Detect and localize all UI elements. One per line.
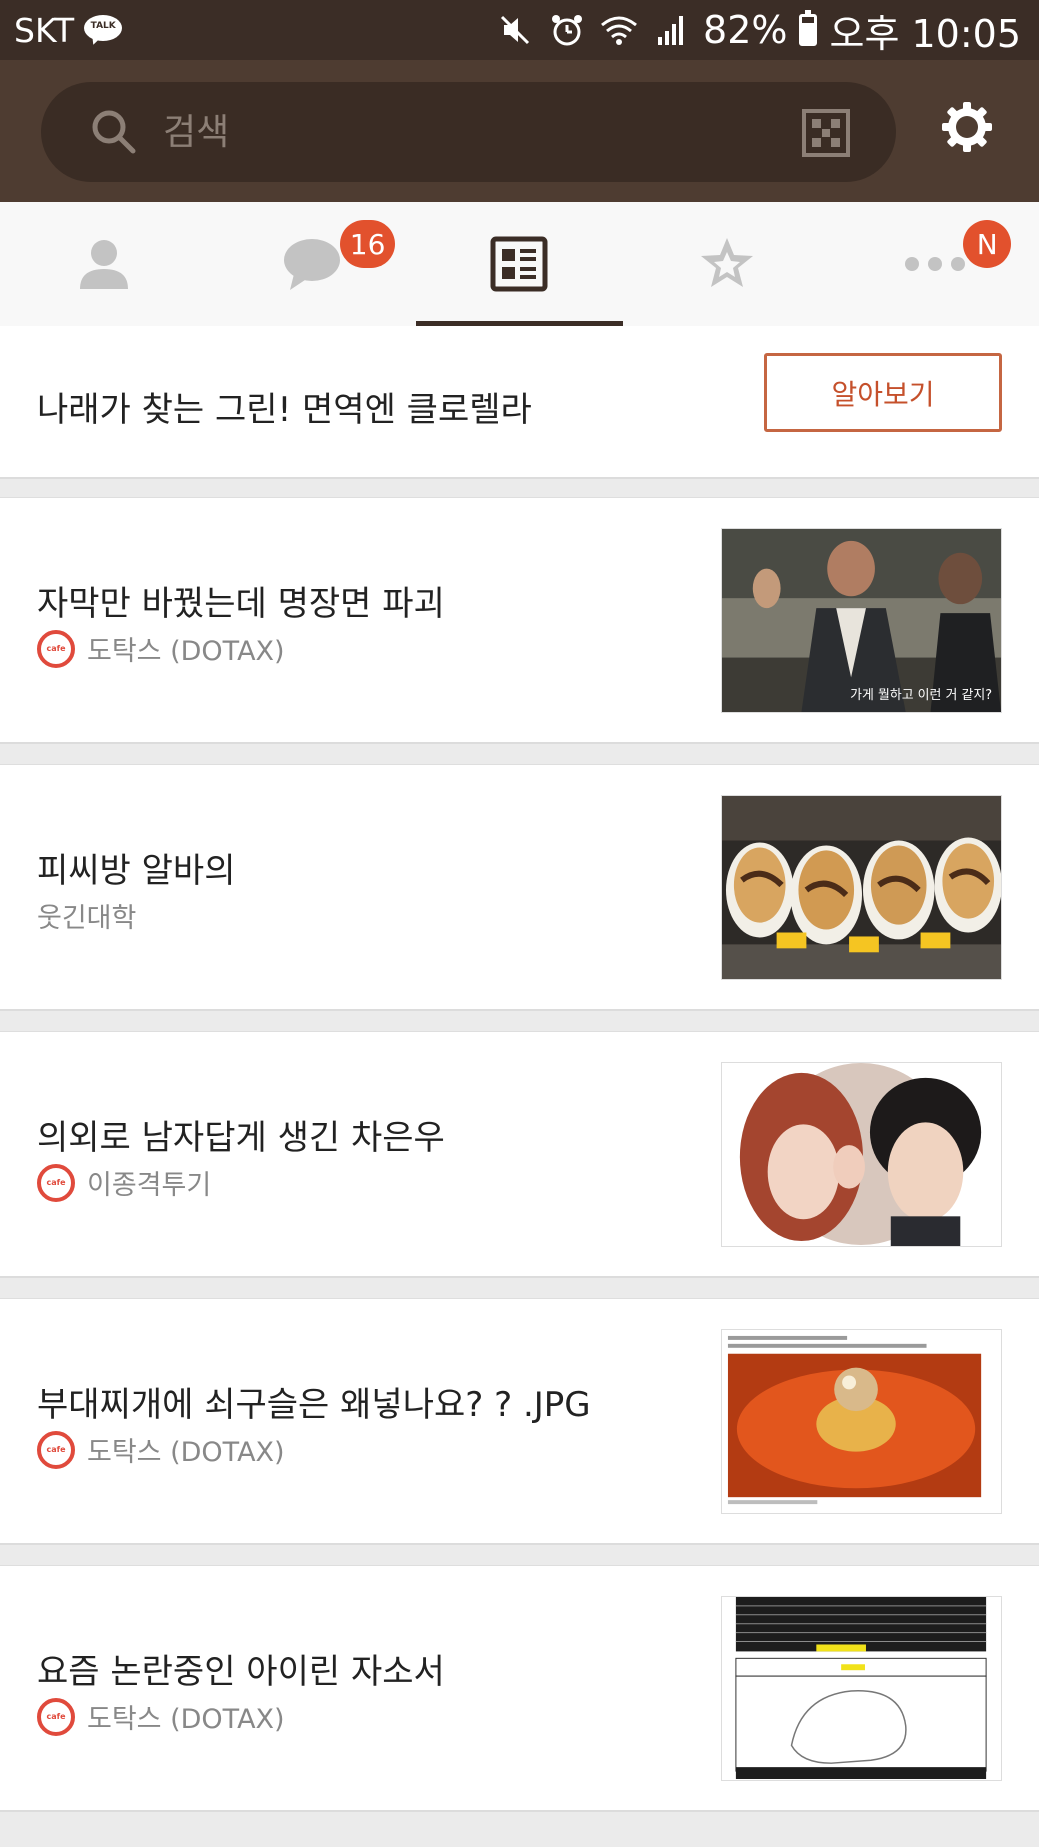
news-title: 피씨방 알바의 bbox=[37, 851, 236, 891]
kakaotalk-news-screen: SKT TALK 82% 오후 10:05 검색 16 N 나래가 찾는 그린!… bbox=[0, 0, 1039, 1847]
person-icon bbox=[78, 237, 130, 291]
more-icon bbox=[904, 256, 966, 272]
status-bar: SKT TALK 82% 오후 10:05 bbox=[0, 0, 1039, 60]
news-thumbnail bbox=[721, 1062, 1002, 1247]
star-icon bbox=[698, 236, 756, 292]
ad-banner[interactable]: 나래가 찾는 그린! 면역엔 클로렐라 알아보기 bbox=[0, 326, 1039, 479]
news-thumbnail bbox=[721, 795, 1002, 980]
clock: 오후 10:05 bbox=[829, 11, 1021, 56]
news-thumbnail bbox=[721, 1596, 1002, 1781]
tab-chats[interactable]: 16 bbox=[208, 202, 416, 326]
tab-more[interactable]: N bbox=[831, 202, 1039, 326]
header-bar bbox=[0, 60, 1039, 202]
search-input[interactable] bbox=[163, 111, 683, 153]
news-thumbnail: 가게 뭘하고 이런 거 같지? bbox=[721, 528, 1002, 713]
signal-icon bbox=[651, 10, 691, 50]
search-box[interactable] bbox=[41, 82, 896, 182]
source-name: 도탁스 (DOTAX) bbox=[87, 636, 285, 667]
talk-label: TALK bbox=[90, 21, 116, 31]
news-title: 요즘 논란중인 아이린 자소서 bbox=[37, 1652, 445, 1692]
chat-bubble-icon bbox=[282, 236, 342, 292]
more-new-badge: N bbox=[963, 220, 1012, 268]
news-title: 의외로 남자답게 생긴 차은우 bbox=[37, 1118, 445, 1158]
chats-unread-badge: 16 bbox=[339, 220, 396, 268]
news-source: cafe 도탁스 (DOTAX) bbox=[37, 1697, 285, 1736]
qr-scan-icon[interactable] bbox=[802, 109, 850, 157]
news-item[interactable]: 의외로 남자답게 생긴 차은우 cafe 이종격투기 bbox=[0, 1031, 1039, 1278]
news-thumbnail bbox=[721, 1329, 1002, 1514]
main-tab-bar: 16 N bbox=[0, 202, 1039, 326]
tab-news[interactable] bbox=[415, 202, 624, 326]
tab-sharp-search[interactable] bbox=[623, 202, 831, 326]
source-name: 도탁스 (DOTAX) bbox=[87, 1437, 285, 1468]
news-title: 부대찌개에 쇠구슬은 왜넣나요? ? .JPG bbox=[37, 1385, 591, 1425]
settings-gear-icon[interactable] bbox=[940, 100, 994, 154]
source-name: 웃긴대학 bbox=[37, 903, 137, 934]
tab-friends[interactable] bbox=[0, 202, 208, 326]
banner-text: 나래가 찾는 그린! 면역엔 클로렐라 bbox=[37, 390, 532, 430]
cafe-icon: cafe bbox=[37, 1430, 75, 1469]
search-icon[interactable] bbox=[89, 107, 139, 157]
news-source: cafe 이종격투기 bbox=[37, 1163, 211, 1202]
learn-more-button[interactable]: 알아보기 bbox=[764, 353, 1002, 432]
battery-icon bbox=[799, 10, 818, 46]
news-source: cafe 도탁스 (DOTAX) bbox=[37, 629, 285, 668]
alarm-icon bbox=[547, 10, 587, 50]
carrier-label: SKT bbox=[14, 10, 75, 50]
kakaotalk-notification-icon: TALK bbox=[84, 15, 123, 47]
news-item[interactable]: 자막만 바꿨는데 명장면 파괴 cafe 도탁스 (DOTAX) 가게 뭘하고 … bbox=[0, 497, 1039, 744]
news-item[interactable]: 부대찌개에 쇠구슬은 왜넣나요? ? .JPG cafe 도탁스 (DOTAX) bbox=[0, 1298, 1039, 1545]
wifi-icon bbox=[599, 10, 639, 50]
mute-icon bbox=[495, 10, 535, 50]
cafe-icon: cafe bbox=[37, 1697, 75, 1736]
news-title: 자막만 바꿨는데 명장면 파괴 bbox=[37, 584, 445, 624]
news-icon bbox=[490, 236, 548, 292]
cafe-icon: cafe bbox=[37, 629, 75, 668]
thumb-caption: 가게 뭘하고 이런 거 같지? bbox=[850, 688, 992, 703]
battery-percent: 82% bbox=[703, 8, 788, 52]
source-name: 이종격투기 bbox=[87, 1170, 212, 1201]
news-item[interactable]: 요즘 논란중인 아이린 자소서 cafe 도탁스 (DOTAX) bbox=[0, 1565, 1039, 1812]
news-source: cafe 도탁스 (DOTAX) bbox=[37, 1430, 285, 1469]
news-item[interactable]: 피씨방 알바의 웃긴대학 bbox=[0, 764, 1039, 1011]
news-source: 웃긴대학 bbox=[37, 896, 136, 935]
cafe-icon: cafe bbox=[37, 1163, 75, 1202]
source-name: 도탁스 (DOTAX) bbox=[87, 1704, 285, 1735]
